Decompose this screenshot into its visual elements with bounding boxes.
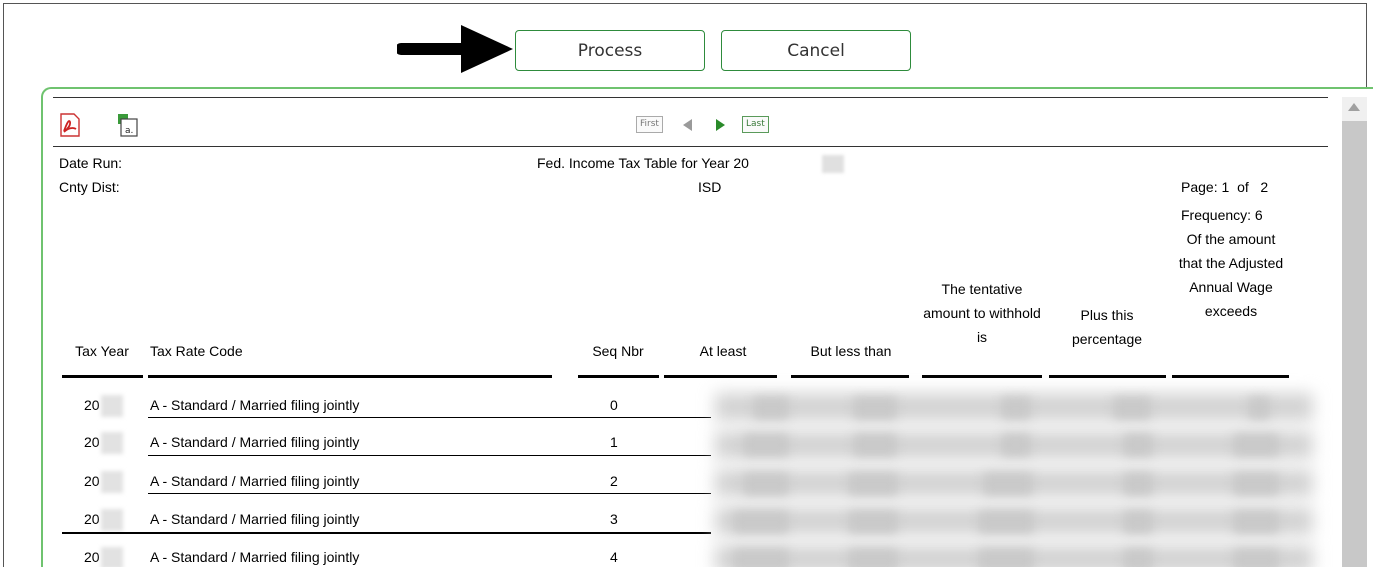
redacted-year (101, 547, 123, 567)
redacted-year (101, 432, 123, 454)
report-title: Fed. Income Tax Table for Year 20 (537, 155, 749, 171)
redacted-year (101, 509, 123, 531)
report-viewer: a. First Last Date Run: Cnty Dist: Fed. … (41, 87, 1373, 567)
row-divider (148, 493, 711, 494)
spreadsheet-export-icon[interactable]: a. (117, 113, 139, 137)
header-underline (791, 375, 909, 378)
cell-seq-nbr: 0 (610, 397, 618, 413)
header-seq-nbr: Seq Nbr (592, 343, 644, 359)
nav-prev-icon[interactable] (683, 119, 693, 131)
cell-tax-year: 20 (84, 549, 100, 565)
header-but-less-than: But less than (810, 343, 892, 359)
nav-next-icon[interactable] (716, 119, 726, 131)
header-of-the-amount: Of the amount that the Adjusted Annual W… (1178, 231, 1284, 319)
header-tax-year: Tax Year (75, 343, 129, 359)
cell-tax-year: 20 (84, 434, 100, 450)
cell-tax-rate-code: A - Standard / Married filing jointly (150, 549, 360, 565)
cell-tax-rate-code: A - Standard / Married filing jointly (150, 511, 360, 527)
pdf-icon[interactable] (59, 113, 81, 137)
vertical-scrollbar[interactable] (1342, 97, 1367, 567)
page-of: of (1237, 179, 1249, 195)
header-tentative-amount: The tentative amount to withhold is (923, 281, 1041, 345)
header-underline (578, 375, 659, 378)
row-divider (148, 417, 711, 418)
cell-seq-nbr: 4 (610, 549, 618, 565)
scrollbar-thumb[interactable] (1342, 121, 1367, 567)
top-rule (53, 97, 1328, 98)
header-tax-rate-code: Tax Rate Code (150, 343, 243, 359)
svg-text:a.: a. (125, 126, 133, 136)
nav-first-button[interactable]: First (636, 116, 663, 133)
district-name: ISD (698, 179, 722, 195)
row-divider (148, 455, 711, 456)
date-run-label: Date Run: (59, 155, 123, 171)
redacted-year (101, 395, 123, 417)
toolbar-rule (53, 146, 1328, 147)
cell-seq-nbr: 1 (610, 434, 618, 450)
cell-tax-rate-code: A - Standard / Married filing jointly (150, 473, 360, 489)
process-button[interactable]: Process (515, 30, 705, 71)
page-total: 2 (1260, 179, 1269, 195)
frequency-label: Frequency: 6 (1181, 207, 1263, 223)
redacted-year (101, 471, 123, 493)
header-underline (664, 375, 777, 378)
scroll-up-icon[interactable] (1348, 103, 1360, 111)
header-plus-percentage: Plus this percentage (1071, 307, 1143, 347)
page-current: 1 (1221, 179, 1230, 195)
cancel-button[interactable]: Cancel (721, 30, 911, 71)
header-underline (148, 375, 552, 378)
arrow-pointer-icon (397, 25, 513, 73)
cell-seq-nbr: 3 (610, 511, 618, 527)
redacted-year (822, 155, 844, 173)
cell-tax-rate-code: A - Standard / Married filing jointly (150, 397, 360, 413)
header-underline (922, 375, 1042, 378)
page-indicator: Page: 1 of 2 (1181, 179, 1268, 195)
page-label: Page: (1181, 179, 1218, 195)
cnty-dist-label: Cnty Dist: (59, 179, 120, 195)
cell-tax-year: 20 (84, 511, 100, 527)
cell-tax-year: 20 (84, 473, 100, 489)
cell-tax-year: 20 (84, 397, 100, 413)
header-at-least: At least (699, 343, 747, 359)
nav-last-button[interactable]: Last (742, 116, 769, 133)
cell-tax-rate-code: A - Standard / Married filing jointly (150, 434, 360, 450)
row-divider (62, 532, 711, 534)
cell-seq-nbr: 2 (610, 473, 618, 489)
report-page: a. First Last Date Run: Cnty Dist: Fed. … (53, 97, 1328, 567)
header-underline (1049, 375, 1166, 378)
header-underline (62, 375, 143, 378)
header-underline (1172, 375, 1289, 378)
